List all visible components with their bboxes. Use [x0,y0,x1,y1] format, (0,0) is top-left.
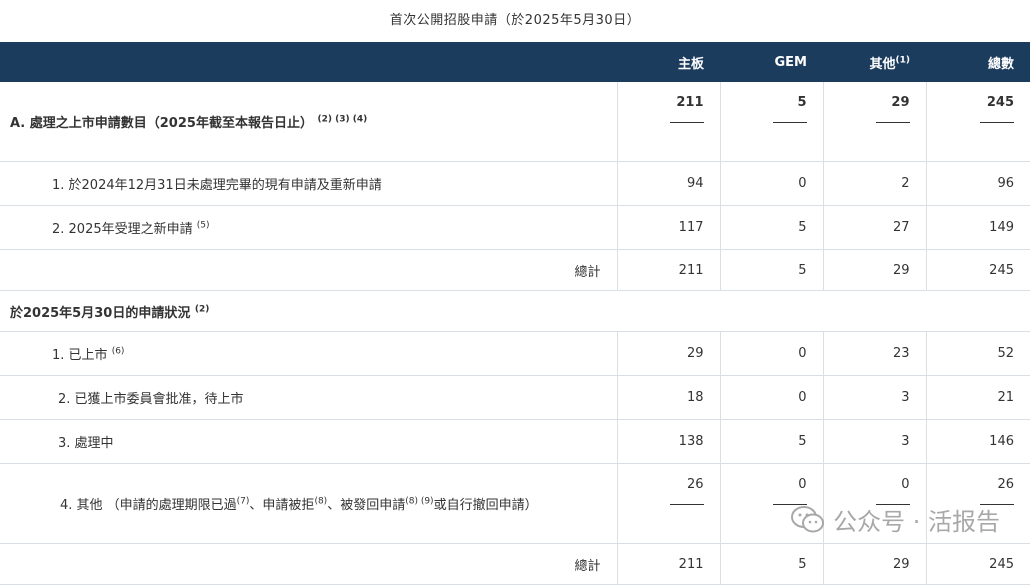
total-row-a: 總計 211 5 29 245 [0,249,1030,291]
cell: 3 [823,375,927,420]
cell: 26 [617,463,721,544]
cell: 5 [720,82,824,162]
header-gem: GEM [720,42,823,82]
header-main-board: 主板 [617,42,720,82]
cell: 211 [617,543,721,585]
watermark: 公众号 · 活报告 [791,502,1000,537]
cell: 5 [720,205,824,250]
cell: 0 [720,161,824,206]
cell: 29 [823,249,927,291]
cell: 52 [926,331,1030,376]
cell: 29 [823,82,927,162]
underline [875,122,910,123]
total-label: 總計 [0,249,618,291]
row-label: 3. 處理中 [0,419,618,464]
cell: 211 [617,82,721,162]
table-row: 2. 已獲上市委員會批准，待上市 18 0 3 21 [0,375,1030,420]
total-label: 總計 [0,543,618,585]
cell: 245 [926,82,1030,162]
cell: 5 [720,419,824,464]
header-other: 其他(1) [823,42,926,82]
section-a-row: A. 處理之上市申請數目（2025年截至本報告日止） (2) (3) (4) 2… [0,82,1030,162]
underline [669,504,704,505]
underline [980,122,1014,123]
row-label: 1. 於2024年12月31日未處理完畢的現有申請及重新申請 [0,161,618,206]
cell: 117 [617,205,721,250]
cell: 5 [720,249,824,291]
underline [669,122,704,123]
row-label: 1. 已上市 (6) [0,331,618,376]
cell: 18 [617,375,721,420]
header-total: 總數 [926,42,1030,82]
section-b-label: 於2025年5月30日的申請狀況 (2) [0,290,1030,332]
table-row: 3. 處理中 138 5 3 146 [0,419,1030,464]
header-blank [0,42,617,82]
cell: 94 [617,161,721,206]
cell: 138 [617,419,721,464]
cell: 245 [926,249,1030,291]
section-b-row: 於2025年5月30日的申請狀況 (2) [0,290,1030,332]
underline [772,122,807,123]
table-row: 2. 2025年受理之新申請 (5) 117 5 27 149 [0,205,1030,250]
wechat-icon [791,505,825,532]
cell: 0 [720,331,824,376]
cell: 211 [617,249,721,291]
total-row-b: 總計 211 5 29 245 [0,543,1030,585]
row-label: 2. 已獲上市委員會批准，待上市 [0,375,618,420]
cell: 3 [823,419,927,464]
watermark-text: 公众号 · 活报告 [833,508,1000,536]
cell: 29 [617,331,721,376]
cell: 29 [823,543,927,585]
cell: 27 [823,205,927,250]
cell: 21 [926,375,1030,420]
section-a-label: A. 處理之上市申請數目（2025年截至本報告日止） (2) (3) (4) [0,82,618,162]
table-row: 1. 於2024年12月31日未處理完畢的現有申請及重新申請 94 0 2 96 [0,161,1030,206]
cell: 149 [926,205,1030,250]
cell: 23 [823,331,927,376]
header-row: 主板 GEM 其他(1) 總數 [0,42,1030,82]
cell: 146 [926,419,1030,464]
row-label: 4. 其他 （申請的處理期限已過(7)、申請被拒(8)、被發回申請(8) (9)… [0,463,618,544]
cell: 2 [823,161,927,206]
table-row: 1. 已上市 (6) 29 0 23 52 [0,331,1030,376]
cell: 5 [720,543,824,585]
cell: 0 [720,375,824,420]
page-title: 首次公開招股申請（於2025年5月30日） [389,13,641,28]
row-label: 2. 2025年受理之新申請 (5) [0,205,618,250]
cell: 96 [926,161,1030,206]
cell: 245 [926,543,1030,585]
